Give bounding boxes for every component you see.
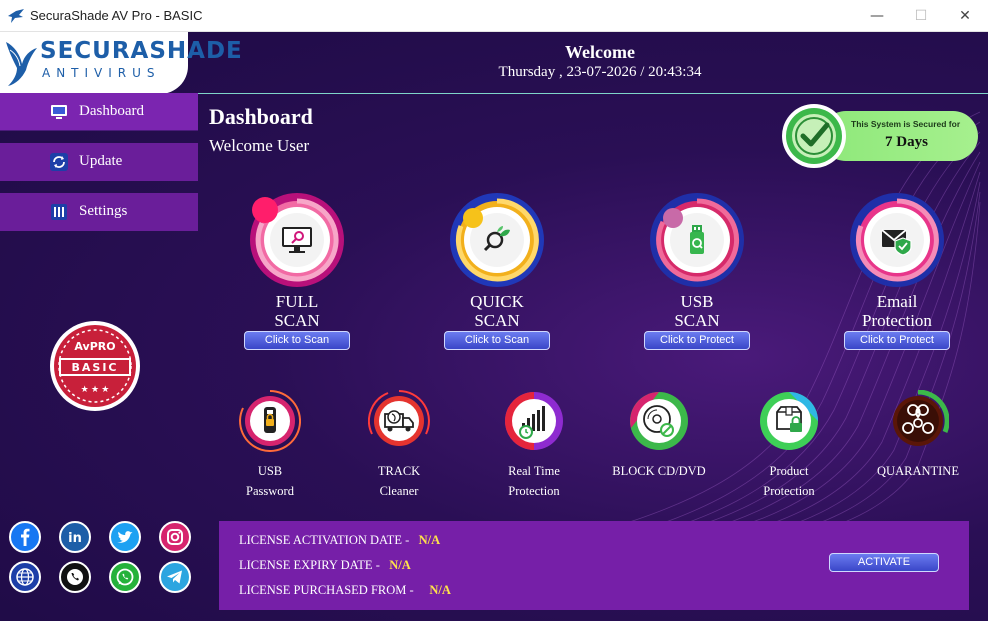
- linkedin-icon[interactable]: in: [59, 521, 91, 553]
- svg-text:in: in: [68, 531, 82, 546]
- avpro-basic-badge: AvPRO BASIC ★ ★ ★: [50, 321, 140, 411]
- email-shield-icon: [881, 229, 912, 256]
- block-cd-dvd-tile[interactable]: BLOCK CD/DVD: [599, 390, 719, 500]
- activate-button[interactable]: ACTIVATE: [829, 553, 939, 572]
- facebook-icon[interactable]: [9, 521, 41, 553]
- refresh-icon: [50, 153, 68, 171]
- title-bar: SecuraShade AV Pro - BASIC — ☐ ✕: [0, 0, 988, 32]
- badge-line2: BASIC: [72, 361, 119, 374]
- check-shield-icon: [782, 104, 846, 168]
- quarantine-ring: [893, 390, 949, 446]
- settings-icon: [51, 204, 67, 220]
- real-time-protection-tile[interactable]: Real Time Protection: [474, 390, 594, 500]
- status-dot: [463, 208, 483, 228]
- monitor-icon: [51, 105, 67, 119]
- real-time-protection-ring: [505, 392, 563, 450]
- brand-name: SECURASHADE: [40, 38, 243, 64]
- license-purchased-value: N/A: [429, 583, 451, 597]
- block-cd-dvd-label: BLOCK CD/DVD: [612, 464, 706, 478]
- sidebar-item-dashboard[interactable]: Dashboard: [0, 93, 198, 131]
- product-protection-label: Product Protection: [763, 464, 815, 498]
- license-expiry-value: N/A: [389, 558, 411, 572]
- website-icon[interactable]: [9, 561, 41, 593]
- minimize-button[interactable]: —: [862, 4, 892, 28]
- status-text: This System is Secured for: [851, 119, 961, 129]
- instagram-icon[interactable]: [159, 521, 191, 553]
- track-cleaner-ring: [368, 390, 430, 446]
- svg-text:★ ★ ★: ★ ★ ★: [81, 384, 110, 394]
- license-expiry-row: LICENSE EXPIRY DATE - N/A: [239, 558, 411, 573]
- usb-drive-icon: [690, 225, 704, 254]
- badge-line1: AvPRO: [74, 340, 115, 353]
- license-purchased-row: LICENSE PURCHASED FROM - N/A: [239, 583, 451, 598]
- license-activation-label: LICENSE ACTIVATION DATE -: [239, 533, 410, 547]
- telegram-icon[interactable]: [159, 561, 191, 593]
- close-button[interactable]: ✕: [950, 4, 980, 28]
- usb-password-ring: [239, 390, 301, 452]
- full-scan-button[interactable]: Click to Scan: [244, 331, 350, 350]
- product-protection-tile[interactable]: Product Protection: [729, 390, 849, 500]
- track-cleaner-tile[interactable]: TRACK Cleaner: [339, 390, 459, 500]
- quick-scan-card: QUICK SCAN Click to Scan: [427, 192, 567, 357]
- sidebar-item-settings[interactable]: Settings: [0, 193, 198, 231]
- sidebar-item-label: Settings: [79, 203, 128, 219]
- brand-subtitle: ANTIVIRUS: [42, 66, 161, 80]
- license-purchased-label: LICENSE PURCHASED FROM -: [239, 583, 414, 597]
- header-divider: [188, 93, 988, 94]
- email-protection-card: Email Protection Click to Protect: [827, 192, 967, 357]
- app-body: SECURASHADE ANTIVIRUS Welcome Thursday ,…: [0, 32, 988, 621]
- real-time-protection-label: Real Time Protection: [508, 464, 560, 498]
- full-scan-card: FULL SCAN Click to Scan: [227, 192, 367, 357]
- status-dot: [663, 208, 683, 228]
- usb-scan-card: USB SCAN Click to Protect: [627, 192, 767, 357]
- license-expiry-label: LICENSE EXPIRY DATE -: [239, 558, 380, 572]
- twitter-icon[interactable]: [109, 521, 141, 553]
- bird-logo-icon: [6, 42, 37, 86]
- license-activation-row: LICENSE ACTIVATION DATE - N/A: [239, 533, 440, 548]
- phone-icon[interactable]: [59, 561, 91, 593]
- usb-password-label: USB Password: [246, 464, 294, 498]
- page-title: Dashboard: [209, 104, 313, 129]
- window-title: SecuraShade AV Pro - BASIC: [30, 8, 203, 23]
- quarantine-tile[interactable]: QUARANTINE: [858, 390, 978, 500]
- product-protection-ring: [760, 392, 818, 450]
- quick-scan-title: QUICK SCAN: [470, 292, 524, 330]
- full-scan-title: FULL SCAN: [274, 292, 320, 330]
- quick-scan-button[interactable]: Click to Scan: [444, 331, 550, 350]
- brand-logo: SECURASHADE ANTIVIRUS: [0, 32, 242, 94]
- status-days: 7 Days: [885, 134, 928, 150]
- usb-scan-button[interactable]: Click to Protect: [644, 331, 750, 350]
- track-cleaner-label: TRACK Cleaner: [377, 464, 421, 498]
- welcome-heading: Welcome: [565, 42, 635, 62]
- app-bird-icon: [8, 9, 24, 23]
- license-panel: LICENSE ACTIVATION DATE - N/A LICENSE EX…: [219, 521, 969, 610]
- page-subtitle: Welcome User: [209, 136, 310, 155]
- protection-status-badge: This System is Secured for 7 Days: [781, 103, 981, 169]
- usb-password-tile[interactable]: USB Password: [210, 390, 330, 500]
- usb-scan-title: USB SCAN: [674, 292, 720, 330]
- email-protection-title: Email Protection: [862, 292, 932, 330]
- license-activation-value: N/A: [418, 533, 441, 547]
- email-protection-button[interactable]: Click to Protect: [844, 331, 950, 350]
- date-time: Thursday , 23-07-2026 / 20:43:34: [498, 64, 702, 80]
- maximize-button[interactable]: ☐: [906, 4, 936, 28]
- whatsapp-icon[interactable]: [109, 561, 141, 593]
- status-dot: [252, 197, 278, 223]
- quarantine-label: QUARANTINE: [877, 464, 959, 478]
- magnifier-leaf-icon: [483, 226, 510, 252]
- sidebar-item-label: Dashboard: [79, 103, 144, 119]
- sidebar-item-update[interactable]: Update: [0, 143, 198, 181]
- sidebar-item-label: Update: [79, 153, 123, 169]
- monitor-search-icon: [282, 227, 312, 253]
- block-cd-dvd-ring: [630, 392, 688, 450]
